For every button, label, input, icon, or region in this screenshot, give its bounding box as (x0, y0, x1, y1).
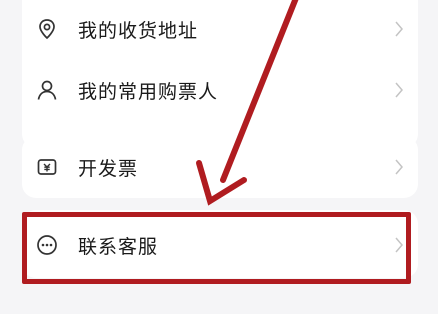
annotation-arrow-icon (196, 0, 299, 206)
